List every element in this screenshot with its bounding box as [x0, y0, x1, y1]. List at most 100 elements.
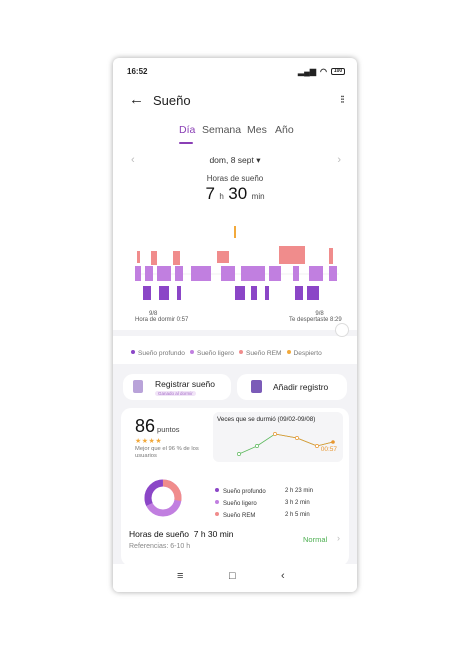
date-label: dom, 8 sept [209, 155, 254, 165]
deep-block [295, 286, 303, 300]
home-icon[interactable]: □ [229, 570, 236, 582]
chart-legend: Sueño profundo Sueño ligero Sueño REM De… [131, 350, 355, 357]
status-icons: ▂▄▆ ◠ 100 [298, 67, 345, 76]
score-unit: puntos [157, 425, 180, 434]
mini-chart-plot [237, 432, 335, 456]
summary-title: Horas de sueño 7 h 30 min [129, 529, 234, 539]
chart-scroll-handle[interactable] [335, 323, 349, 337]
back-icon[interactable]: ‹ [281, 570, 285, 582]
status-bar: 16:52 ▂▄▆ ◠ 100 [113, 58, 357, 84]
tab-semana[interactable]: Semana [202, 124, 241, 136]
deep-block [307, 286, 319, 300]
date-dropdown[interactable]: dom, 8 sept ▾ [113, 155, 357, 166]
light-block [175, 266, 183, 281]
light-block [145, 266, 153, 281]
add-record-icon [251, 380, 262, 393]
tab-ano[interactable]: Año [275, 124, 294, 136]
light-block [309, 266, 323, 281]
rem-block [329, 248, 333, 264]
tab-dia[interactable]: Día [179, 124, 195, 136]
sleep-hours-label: Horas de sueño [206, 174, 264, 183]
light-block [221, 266, 235, 281]
legend-deep: Sueño profundo [131, 350, 185, 357]
mini-point [295, 436, 299, 440]
bedtime-label: Hora de dormir 0:57 [135, 317, 189, 323]
next-day-icon[interactable]: › [337, 154, 341, 166]
date-selector: ‹ dom, 8 sept ▾ › [113, 154, 357, 168]
chart-left-info: 9/8 Hora de dormir 0:57 [135, 311, 188, 323]
status-time: 16:52 [127, 66, 148, 76]
hours-unit: h [219, 192, 224, 201]
deep-block [177, 286, 181, 300]
battery-icon: 100 [331, 67, 345, 75]
page-title: Sueño [153, 93, 191, 108]
add-record-label: Añadir registro [273, 382, 329, 392]
rating-stars-icon: ★★★★ [135, 438, 163, 445]
register-sleep-label: Registrar sueño [155, 379, 216, 389]
score-comparison: Mejor que el 96 % de los usuarios [135, 446, 199, 459]
mini-point [255, 444, 259, 448]
light-block [191, 266, 211, 281]
summary-status[interactable]: Normal [303, 535, 327, 544]
deep-block [159, 286, 169, 300]
breakdown-light: Sueño ligero 3 h 2 min [215, 500, 335, 507]
awake-block [234, 226, 236, 238]
mini-chart-title: Veces que se durmió (09/02-09/08) [217, 416, 316, 423]
light-block [241, 266, 265, 281]
mini-point [331, 440, 335, 444]
rem-block [151, 251, 157, 265]
wifi-icon: ◠ [320, 66, 327, 76]
mini-point [273, 432, 277, 436]
legend-light: Sueño ligero [189, 350, 234, 357]
light-block [293, 266, 299, 281]
deep-block [265, 286, 269, 300]
light-block [329, 266, 337, 281]
sleep-stages-donut [144, 479, 182, 517]
deep-block [235, 286, 245, 300]
add-record-button[interactable]: Añadir registro [237, 374, 347, 400]
sleep-stages-chart [135, 226, 339, 300]
chevron-right-icon[interactable]: › [337, 533, 340, 543]
chart-right-info: 9/8 Te despertaste 8:29 [289, 311, 342, 323]
app-header: ← Sueño ⁝⁝ [113, 88, 357, 112]
period-tabs: Día Semana Mes Año [113, 124, 357, 144]
rem-block [137, 251, 140, 263]
score-value: 86 [135, 416, 156, 436]
rem-block [279, 246, 305, 264]
mini-point [315, 444, 319, 448]
minutes-number: 30 [228, 184, 248, 203]
caret-down-icon: ▾ [256, 155, 261, 165]
tab-mes[interactable]: Mes [247, 124, 267, 136]
more-options-icon[interactable]: ⁝⁝ [340, 93, 345, 106]
mini-point [237, 452, 241, 456]
rem-block [173, 251, 180, 265]
tab-indicator [179, 142, 193, 144]
signal-icon: ▂▄▆ [298, 66, 317, 76]
breakdown-deep: Sueño profundo 2 h 23 min [215, 488, 335, 495]
menu-icon[interactable]: ≡ [177, 570, 183, 582]
light-block [269, 266, 281, 281]
register-sleep-sub: Ganado al dormir [155, 391, 196, 396]
register-sleep-button[interactable]: Registrar sueño Ganado al dormir [123, 374, 231, 400]
breakdown-rem: Sueño REM 2 h 5 min [215, 512, 335, 519]
sleep-score: 86 puntos [135, 416, 180, 437]
rem-block [217, 251, 229, 263]
hours-number: 7 [205, 184, 215, 203]
wake-label: Te despertaste 8:29 [289, 317, 342, 323]
legend-awake: Despierto [286, 350, 322, 357]
sleep-times-mini-chart[interactable]: Veces que se durmió (09/02-09/08) 00:57 [213, 412, 343, 462]
sleep-record-icon [133, 380, 143, 393]
minutes-unit: min [251, 192, 265, 201]
divider [113, 330, 357, 336]
legend-rem: Sueño REM [238, 350, 282, 357]
summary-reference: Referencias: 6-10 h [129, 543, 191, 550]
phone-screen: 16:52 ▂▄▆ ◠ 100 ← Sueño ⁝⁝ Día Semana Me… [113, 58, 357, 592]
back-arrow-icon[interactable]: ← [129, 91, 144, 108]
light-block [157, 266, 171, 281]
navigation-bar: ≡ □ ‹ [113, 564, 357, 592]
deep-block [143, 286, 151, 300]
sleep-hours-value: 7 h 30 min [113, 184, 357, 204]
mini-chart-latest: 00:57 [320, 446, 337, 453]
deep-block [251, 286, 257, 300]
light-block [135, 266, 141, 281]
